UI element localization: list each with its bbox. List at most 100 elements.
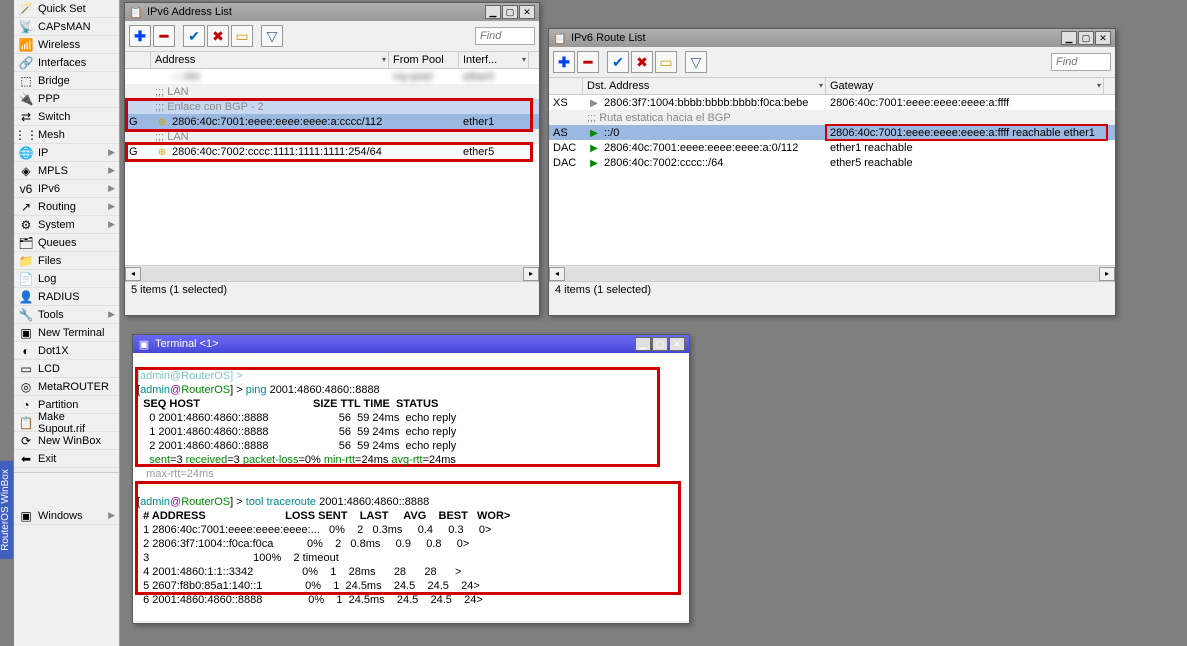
sidebar-item-label: MPLS [38, 165, 68, 177]
address-row[interactable]: G⊕ 2806:40c:7002:cccc:1111:1111:1111:254… [125, 144, 539, 159]
column-flag[interactable] [549, 78, 583, 94]
sidebar-item-system[interactable]: ⚙System▶ [14, 216, 119, 234]
add-button[interactable]: ✚ [553, 51, 575, 73]
minimize-button[interactable]: ▁ [485, 5, 501, 19]
close-button[interactable]: ✕ [1095, 31, 1111, 45]
menu-icon: 🗂 [18, 235, 34, 251]
close-button[interactable]: ✕ [669, 337, 685, 351]
scroll-track[interactable] [565, 267, 1099, 281]
sidebar-item-radius[interactable]: 👤RADIUS [14, 288, 119, 306]
find-input[interactable] [475, 27, 535, 45]
menu-icon: ▭ [18, 361, 34, 377]
sidebar-item-interfaces[interactable]: 🔗Interfaces [14, 54, 119, 72]
address-row[interactable]: ;;; LAN [125, 129, 539, 144]
sidebar-item-routing[interactable]: ↗Routing▶ [14, 198, 119, 216]
menu-icon: ◈ [18, 163, 34, 179]
route-row[interactable]: DAC▶ 2806:40c:7002:cccc::/64ether5 reach… [549, 155, 1115, 170]
sidebar-item-log[interactable]: 📄Log [14, 270, 119, 288]
sidebar-item-dot1x[interactable]: ◐Dot1X [14, 342, 119, 360]
route-row[interactable]: XS▶ 2806:3f7:1004:bbbb:bbbb:bbbb:f0ca:be… [549, 95, 1115, 110]
sidebar-item-files[interactable]: 📁Files [14, 252, 119, 270]
menu-icon: 📄 [18, 271, 34, 287]
route-row[interactable]: ;;; Ruta estatica hacia el BGP [549, 110, 1115, 125]
enable-button[interactable]: ✔ [607, 51, 629, 73]
maximize-button[interactable]: ▢ [502, 5, 518, 19]
sidebar-item-label: Routing [38, 201, 76, 213]
sidebar-item-ipv6[interactable]: v6IPv6▶ [14, 180, 119, 198]
sidebar-item-label: System [38, 219, 75, 231]
sidebar-item-lcd[interactable]: ▭LCD [14, 360, 119, 378]
enable-button[interactable]: ✔ [183, 25, 205, 47]
scroll-track[interactable] [141, 267, 523, 281]
menu-icon: 🌐 [18, 145, 34, 161]
sidebar-item-new-winbox[interactable]: ⟳New WinBox [14, 432, 119, 450]
scroll-left-icon[interactable]: ◂ [549, 267, 565, 281]
add-button[interactable]: ✚ [129, 25, 151, 47]
disable-button[interactable]: ✖ [631, 51, 653, 73]
remove-button[interactable]: ━ [577, 51, 599, 73]
sidebar-item-make-supout-rif[interactable]: 📋Make Supout.rif [14, 414, 119, 432]
minimize-button[interactable]: ▁ [1061, 31, 1077, 45]
column-interface[interactable]: Interf...▾ [459, 52, 529, 68]
sidebar-item-mesh[interactable]: ⋮⋮Mesh [14, 126, 119, 144]
route-row[interactable]: AS▶ ::/02806:40c:7001:eeee:eeee:eeee:a:f… [549, 125, 1115, 140]
route-row[interactable]: DAC▶ 2806:40c:7001:eeee:eeee:eeee:a:0/11… [549, 140, 1115, 155]
sidebar-item-new-terminal[interactable]: ▣New Terminal [14, 324, 119, 342]
address-row[interactable]: ;;; Enlace con BGP - 2 [125, 99, 539, 114]
close-button[interactable]: ✕ [519, 5, 535, 19]
titlebar[interactable]: 📋 IPv6 Address List ▁ ▢ ✕ [125, 3, 539, 21]
sidebar-item-quick-set[interactable]: 🪄Quick Set [14, 0, 119, 18]
remove-button[interactable]: ━ [153, 25, 175, 47]
sidebar-item-label: Tools [38, 309, 64, 321]
scroll-right-icon[interactable]: ▸ [1099, 267, 1115, 281]
column-gateway[interactable]: Gateway▾ [826, 78, 1104, 94]
minimize-button[interactable]: ▁ [635, 337, 651, 351]
sidebar-item-bridge[interactable]: ⬚Bridge [14, 72, 119, 90]
horizontal-scrollbar[interactable]: ◂ ▸ [549, 265, 1115, 281]
address-row[interactable]: G⊕ 2806:40c:7001:eeee:eeee:eeee:a:cccc/1… [125, 114, 539, 129]
horizontal-scrollbar[interactable]: ◂ ▸ [125, 265, 539, 281]
column-from-pool[interactable]: From Pool [389, 52, 459, 68]
sidebar-item-switch[interactable]: ⇄Switch [14, 108, 119, 126]
sidebar-item-ppp[interactable]: 🔌PPP [14, 90, 119, 108]
sidebar-item-mpls[interactable]: ◈MPLS▶ [14, 162, 119, 180]
titlebar[interactable]: 📋 IPv6 Route List ▁ ▢ ✕ [549, 29, 1115, 47]
status-bar: 5 items (1 selected) [125, 281, 539, 299]
sidebar-item-windows[interactable]: ▣ Windows ▶ [14, 507, 119, 525]
sidebar-item-capsman[interactable]: 📡CAPsMAN [14, 18, 119, 36]
filter-button[interactable]: ▽ [261, 25, 283, 47]
maximize-button[interactable]: ▢ [1078, 31, 1094, 45]
sidebar-item-queues[interactable]: 🗂 Queues [14, 234, 119, 252]
menu-icon: 📋 [18, 415, 34, 431]
sidebar-item-label: IP [38, 147, 48, 159]
ipv6-route-list-window: 📋 IPv6 Route List ▁ ▢ ✕ ✚ ━ ✔ ✖ ▭ ▽ Dst.… [548, 28, 1116, 316]
sidebar-item-label: Switch [38, 111, 70, 123]
sidebar-item-metarouter[interactable]: ◎MetaROUTER [14, 378, 119, 396]
sidebar-item-exit[interactable]: ⬅Exit [14, 450, 119, 468]
maximize-button[interactable]: ▢ [652, 337, 668, 351]
comment-button[interactable]: ▭ [655, 51, 677, 73]
scroll-right-icon[interactable]: ▸ [523, 267, 539, 281]
column-flag[interactable] [125, 52, 151, 68]
sidebar-item-ip[interactable]: 🌐IP▶ [14, 144, 119, 162]
sidebar-item-tools[interactable]: 🔧Tools▶ [14, 306, 119, 324]
column-address[interactable]: Address▾ [151, 52, 389, 68]
sidebar-item-wireless[interactable]: 📶Wireless [14, 36, 119, 54]
terminal-output[interactable]: [admin@RouterOS] > [admin@RouterOS] > pi… [133, 353, 689, 621]
menu-icon: ↗ [18, 199, 34, 215]
sidebar-item-label: MetaROUTER [38, 381, 109, 393]
column-dst-address[interactable]: Dst. Address▾ [583, 78, 826, 94]
comment-button[interactable]: ▭ [231, 25, 253, 47]
address-row[interactable] [125, 159, 539, 174]
address-row[interactable]: ;;; LAN [125, 84, 539, 99]
sidebar-item-label: Queues [38, 237, 77, 249]
find-input[interactable] [1051, 53, 1111, 71]
chevron-right-icon: ▶ [108, 219, 115, 230]
filter-button[interactable]: ▽ [685, 51, 707, 73]
disable-button[interactable]: ✖ [207, 25, 229, 47]
scroll-left-icon[interactable]: ◂ [125, 267, 141, 281]
address-row[interactable]: ::::/64my-poolether5 [125, 69, 539, 84]
titlebar[interactable]: ▣ Terminal <1> ▁ ▢ ✕ [133, 335, 689, 353]
menu-icon: 🪄 [18, 1, 34, 17]
address-table-body: ::::/64my-poolether5;;; LAN;;; Enlace co… [125, 69, 539, 265]
